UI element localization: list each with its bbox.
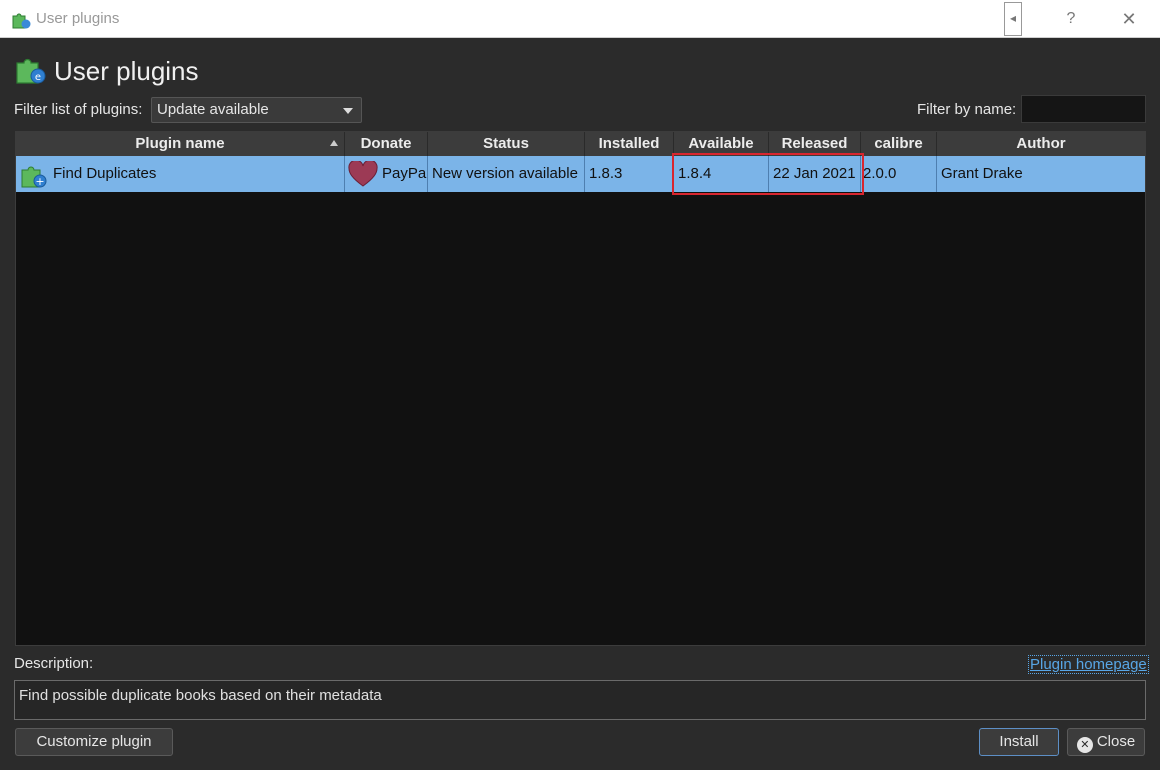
filter-list-select[interactable]: Update available	[151, 97, 362, 123]
cell-installed: 1.8.3	[585, 156, 674, 192]
plugin-homepage-link[interactable]: Plugin homepage	[1028, 655, 1149, 674]
page-title: User plugins	[54, 56, 199, 86]
plugin-name-text: Find Duplicates	[53, 165, 157, 182]
chevron-down-icon	[343, 108, 353, 114]
svg-text:e: e	[35, 72, 41, 83]
cell-calibre: 2.0.0	[861, 156, 937, 192]
plugins-table: Plugin name Donate Status Installed Avai…	[15, 131, 1146, 646]
table-header: Plugin name Donate Status Installed Avai…	[16, 132, 1145, 156]
close-label: Close	[1096, 733, 1136, 750]
description-label: Description:	[14, 655, 94, 672]
close-button[interactable]: ✕ Close	[1067, 728, 1145, 756]
close-icon: ✕	[1076, 737, 1093, 753]
filter-name-input[interactable]	[1021, 95, 1146, 123]
filter-list-label: Filter list of plugins:	[14, 101, 143, 118]
filter-list-value: Update available	[157, 101, 269, 118]
puzzle-plugin-icon: e	[16, 58, 46, 84]
column-header-status[interactable]: Status	[428, 132, 585, 156]
cell-status: New version available	[428, 156, 585, 192]
puzzle-plugin-icon	[12, 13, 31, 29]
svg-text:+: +	[35, 175, 44, 188]
donate-text: PayPal	[382, 165, 428, 182]
column-header-author[interactable]: Author	[937, 132, 1145, 156]
description-text: Find possible duplicate books based on t…	[14, 680, 1146, 720]
help-button[interactable]: ?	[1048, 0, 1094, 38]
table-row[interactable]: + Find Duplicates PayPal New version ava…	[16, 156, 1145, 192]
install-button[interactable]: Install	[979, 728, 1059, 756]
title-bar: User plugins ◂ ? ✕	[0, 0, 1160, 38]
cell-author: Grant Drake	[941, 165, 1023, 182]
window-title: User plugins	[36, 10, 120, 27]
filter-name-label: Filter by name:	[917, 101, 1017, 118]
column-header-donate[interactable]: Donate	[345, 132, 428, 156]
puzzle-plugin-icon: +	[21, 166, 47, 188]
sort-ascending-icon	[330, 140, 338, 146]
column-header-calibre[interactable]: calibre	[861, 132, 937, 156]
column-header-installed[interactable]: Installed	[585, 132, 674, 156]
context-help-icon[interactable]: ◂	[1004, 2, 1022, 36]
cell-donate[interactable]: PayPal	[345, 156, 428, 192]
close-window-button[interactable]: ✕	[1106, 0, 1152, 38]
highlight-box	[672, 153, 864, 195]
column-header-plugin-name[interactable]: Plugin name	[16, 132, 345, 156]
cell-plugin-name: + Find Duplicates	[16, 156, 345, 192]
customize-plugin-button[interactable]: Customize plugin	[15, 728, 173, 756]
heart-icon	[348, 161, 378, 187]
